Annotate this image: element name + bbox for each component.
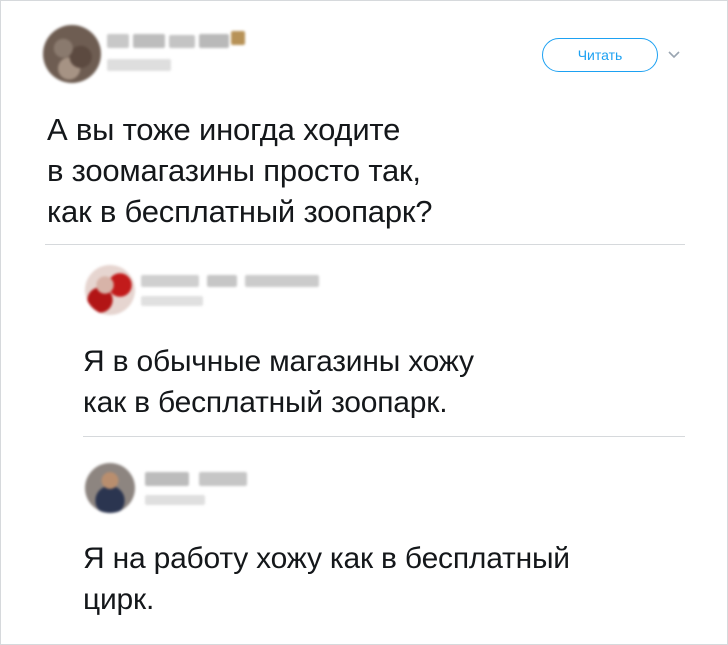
- reply-text-line: Я на работу хожу как в бесплатный: [83, 542, 570, 575]
- tweet-text: А вы тоже иногда ходите в зоомагазины пр…: [47, 109, 647, 232]
- reply-text-line: Я в обычные магазины хожу: [83, 345, 474, 378]
- divider: [83, 436, 685, 437]
- reply-avatar[interactable]: [85, 265, 135, 315]
- reply-text-line: как в бесплатный зоопарк.: [83, 386, 448, 419]
- reply-text: Я в обычные магазины хожу как в бесплатн…: [83, 341, 683, 423]
- reply-avatar[interactable]: [85, 463, 135, 513]
- tweet-text-line: как в бесплатный зоопарк?: [47, 194, 433, 229]
- tweet-text-line: А вы тоже иногда ходите: [47, 112, 401, 147]
- tweet-text-line: в зоомагазины просто так,: [47, 153, 421, 188]
- avatar[interactable]: [43, 25, 101, 83]
- reply-text: Я на работу хожу как в бесплатный цирк.: [83, 538, 703, 620]
- reply-author-handle-blurred[interactable]: [145, 495, 205, 505]
- chevron-down-icon[interactable]: [666, 49, 682, 61]
- author-handle-blurred[interactable]: [107, 59, 171, 71]
- divider: [45, 244, 685, 245]
- reply-text-line: цирк.: [83, 583, 155, 616]
- follow-button[interactable]: Читать: [542, 38, 658, 72]
- reply-author-handle-blurred[interactable]: [141, 296, 203, 306]
- tweet-card: Читать А вы тоже иногда ходите в зоомага…: [0, 0, 728, 645]
